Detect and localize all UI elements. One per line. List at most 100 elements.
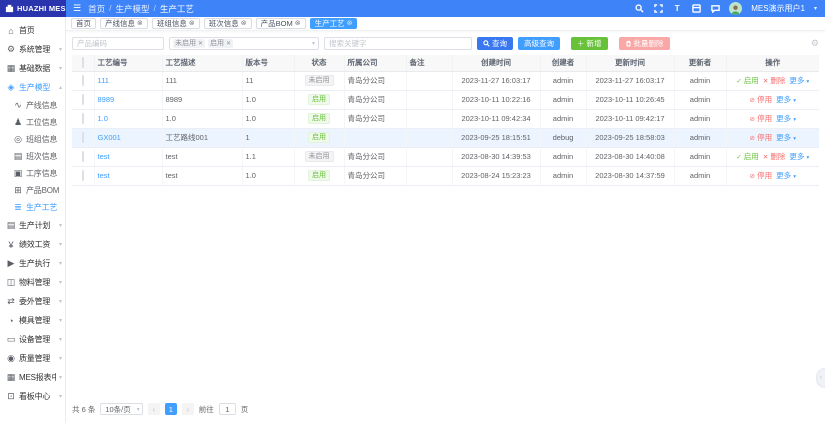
- action-more[interactable]: 更多 ▾: [776, 114, 796, 123]
- table-row[interactable]: testtest1.1未启用青岛分公司2023-08-30 14:39:53ad…: [72, 147, 819, 166]
- row-checkbox[interactable]: [82, 75, 84, 86]
- table-row[interactable]: 898989891.0启用青岛分公司2023-10-11 10:22:16adm…: [72, 90, 819, 109]
- sidebar-item-quality-mgmt[interactable]: ◉质量管理▾: [0, 349, 65, 368]
- fullscreen-icon[interactable]: [653, 4, 663, 14]
- action-more[interactable]: 更多 ▾: [776, 171, 796, 180]
- tab-close-icon[interactable]: ⊗: [189, 20, 195, 27]
- process-code-link[interactable]: 1.0: [98, 114, 108, 123]
- sidebar-item-production-plan[interactable]: ▤生产计划▾: [0, 216, 65, 235]
- select-all-checkbox[interactable]: [82, 57, 84, 68]
- row-checkbox[interactable]: [82, 132, 84, 143]
- tab-shift-info[interactable]: 班次信息⊗: [204, 18, 252, 29]
- action-remove[interactable]: ⊘ 停用: [750, 114, 773, 123]
- layout-icon[interactable]: [691, 4, 701, 14]
- sidebar-item-system-mgmt[interactable]: ⚙系统管理▾: [0, 40, 65, 59]
- sidebar-item-mold-mgmt[interactable]: ◔模具管理▾: [0, 311, 65, 330]
- action-enable[interactable]: ✓ 启用: [736, 76, 759, 85]
- table-row[interactable]: 1.01.01.0启用青岛分公司2023-10-11 09:42:34admin…: [72, 109, 819, 128]
- process-code-link[interactable]: GX001: [98, 133, 121, 142]
- sidebar-item-process-step-info[interactable]: ▣工序信息: [0, 165, 65, 182]
- page-size-select[interactable]: 10条/页 ▾: [100, 403, 142, 415]
- breadcrumb-module[interactable]: 生产模型: [115, 3, 149, 15]
- batch-delete-button[interactable]: 批量删除: [619, 37, 670, 50]
- quick-panel-handle[interactable]: ‹: [816, 368, 825, 388]
- tag-close-icon[interactable]: ✕: [198, 40, 203, 47]
- row-checkbox[interactable]: [82, 94, 84, 105]
- sidebar-item-home[interactable]: ⌂首页: [0, 21, 65, 40]
- action-more[interactable]: 更多 ▾: [789, 76, 809, 85]
- goto-page-input[interactable]: 1: [219, 403, 236, 415]
- action-remove[interactable]: ⊘ 停用: [750, 95, 773, 104]
- sidebar-item-line-info[interactable]: ∿产线信息: [0, 97, 65, 114]
- sidebar-item-equipment-mgmt[interactable]: ▭设备管理▾: [0, 330, 65, 349]
- prev-page-button[interactable]: ‹: [148, 403, 160, 415]
- sidebar-item-base-data[interactable]: ▦基础数据▾: [0, 59, 65, 78]
- action-remove[interactable]: ✕ 删除: [763, 152, 786, 161]
- process-code-link[interactable]: test: [98, 152, 110, 161]
- page-number-button[interactable]: 1: [165, 403, 177, 415]
- process-desc: 工艺路线001: [162, 128, 242, 147]
- tab-team-info[interactable]: 班组信息⊗: [152, 18, 200, 29]
- action-more[interactable]: 更多 ▾: [776, 133, 796, 142]
- sidebar-item-production-model[interactable]: ◈生产模型▴: [0, 78, 65, 97]
- sidebar-item-performance-wage[interactable]: ¥绩效工资▾: [0, 235, 65, 254]
- tab-close-icon[interactable]: ⊗: [137, 20, 143, 27]
- action-remove[interactable]: ⊘ 停用: [750, 133, 773, 142]
- sidebar-item-product-bom[interactable]: ⊞产品BOM: [0, 182, 65, 199]
- next-page-button[interactable]: ›: [182, 403, 194, 415]
- row-checkbox[interactable]: [82, 151, 84, 162]
- tag-close-icon[interactable]: ✕: [226, 40, 231, 47]
- sidebar-item-material-mgmt[interactable]: ◫物料管理▾: [0, 273, 65, 292]
- sidebar-item-outsourcing-mgmt[interactable]: ⇄委外管理▾: [0, 292, 65, 311]
- row-checkbox[interactable]: [82, 170, 84, 181]
- table-row[interactable]: GX001工艺路线0011启用2023-09-25 18:15:51debug2…: [72, 128, 819, 147]
- row-checkbox[interactable]: [82, 113, 84, 124]
- status-tag[interactable]: 启用 ✕: [208, 39, 233, 48]
- message-icon[interactable]: [710, 4, 720, 14]
- breadcrumb-home[interactable]: 首页: [88, 3, 105, 15]
- tab-close-icon[interactable]: ⊗: [241, 20, 247, 27]
- sidebar-item-production-execution[interactable]: ▶生产执行▾: [0, 254, 65, 273]
- column-settings-icon[interactable]: ⚙: [811, 38, 819, 49]
- chevron-down-icon: ▾: [806, 79, 809, 85]
- tab-close-icon[interactable]: ⊗: [347, 20, 353, 27]
- sidebar-item-shift-info[interactable]: ▤班次信息: [0, 148, 65, 165]
- status-tag[interactable]: 未启用 ✕: [173, 39, 205, 48]
- process-code-link[interactable]: test: [98, 171, 110, 180]
- avatar[interactable]: [729, 2, 742, 15]
- action-remove[interactable]: ✕ 删除: [763, 76, 786, 85]
- process-code-link[interactable]: 8989: [98, 95, 115, 104]
- action-enable[interactable]: ✓ 启用: [736, 152, 759, 161]
- creator: debug: [540, 128, 586, 147]
- query-button[interactable]: 查询: [477, 37, 513, 50]
- keyword-input[interactable]: 搜索关键字: [324, 37, 472, 50]
- add-button[interactable]: ＋ 新增: [571, 37, 608, 50]
- username[interactable]: MES演示用户1: [751, 3, 805, 14]
- tab-close-icon[interactable]: ⊗: [295, 20, 301, 27]
- sidebar-collapse-icon[interactable]: ☰: [73, 4, 81, 13]
- remark: [406, 166, 452, 185]
- table-row[interactable]: 11111111未启用青岛分公司2023-11-27 16:03:17admin…: [72, 71, 819, 90]
- tab-product-bom[interactable]: 产品BOM⊗: [256, 18, 306, 29]
- tab-line-info[interactable]: 产线信息⊗: [100, 18, 148, 29]
- column-header: 所属公司: [344, 55, 406, 71]
- sidebar-item-production-craft[interactable]: ≣生产工艺: [0, 199, 65, 216]
- action-more[interactable]: 更多 ▾: [776, 95, 796, 104]
- search-icon[interactable]: [634, 4, 644, 14]
- user-menu-caret-icon[interactable]: ▾: [814, 5, 817, 12]
- font-size-icon[interactable]: T: [672, 4, 682, 14]
- chevron-down-icon: ▾: [59, 317, 62, 324]
- product-code-input[interactable]: 产品编码: [72, 37, 164, 50]
- tab-production-craft[interactable]: 生产工艺⊗: [310, 18, 358, 29]
- process-code-link[interactable]: 111: [98, 76, 109, 85]
- table-row[interactable]: testtest1.0启用青岛分公司2023-08-24 15:23:23adm…: [72, 166, 819, 185]
- action-remove[interactable]: ⊘ 停用: [750, 171, 773, 180]
- action-more[interactable]: 更多 ▾: [789, 152, 809, 161]
- advanced-query-button[interactable]: 高级查询: [518, 37, 560, 50]
- status-select[interactable]: 未启用 ✕ 启用 ✕ ▾: [169, 37, 319, 50]
- sidebar-item-team-info[interactable]: ◎班组信息: [0, 131, 65, 148]
- sidebar-item-station-info[interactable]: ♟工位信息: [0, 114, 65, 131]
- tab-home[interactable]: 首页: [71, 18, 96, 29]
- sidebar-item-mes-report-center[interactable]: ▦MES报表中心▾: [0, 368, 65, 387]
- sidebar-item-kanban-center[interactable]: ⊡看板中心▾: [0, 387, 65, 406]
